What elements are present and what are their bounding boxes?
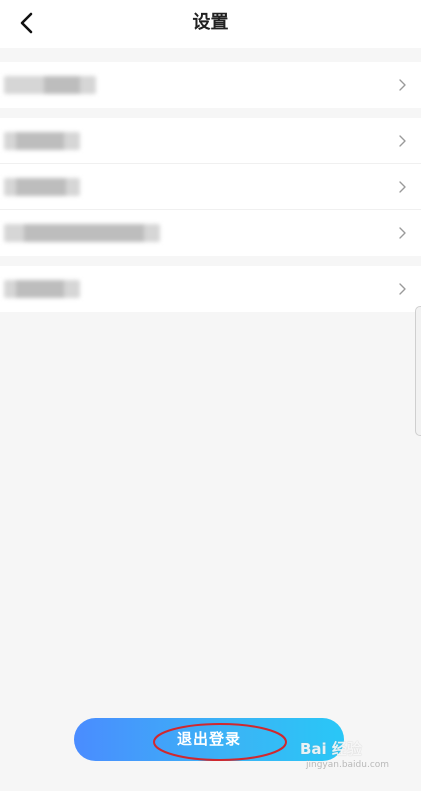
page-title: 设置 <box>192 12 229 33</box>
back-button[interactable] <box>12 8 44 40</box>
settings-group-1 <box>0 62 421 108</box>
logout-button[interactable]: 退出登录 <box>74 718 344 761</box>
blurred-label <box>4 224 160 242</box>
chevron-right-icon <box>399 180 406 193</box>
chevron-right-icon <box>399 283 406 295</box>
settings-row[interactable] <box>0 266 421 312</box>
blurred-label <box>4 177 80 196</box>
settings-row[interactable] <box>0 118 421 164</box>
side-drawer-handle[interactable] <box>415 306 421 436</box>
settings-row[interactable] <box>0 164 421 210</box>
blurred-label <box>4 131 80 150</box>
blurred-label <box>4 280 80 298</box>
settings-group-3 <box>0 266 421 312</box>
blurred-label <box>4 76 96 94</box>
chevron-right-icon <box>399 227 406 239</box>
watermark-subtext: jingyan.baidu.com <box>306 760 390 770</box>
chevron-left-icon <box>20 12 33 34</box>
settings-row[interactable] <box>0 62 421 108</box>
chevron-right-icon <box>399 134 406 147</box>
settings-group-2 <box>0 118 421 256</box>
top-bar: 设置 <box>0 0 421 48</box>
chevron-right-icon <box>399 79 406 91</box>
settings-row[interactable] <box>0 210 421 256</box>
